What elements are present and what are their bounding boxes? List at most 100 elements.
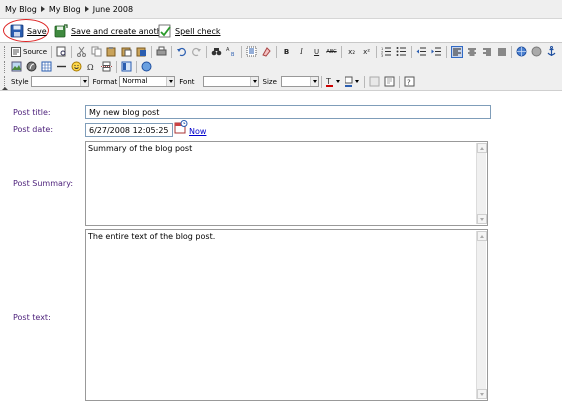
underline-button[interactable]: U	[311, 46, 323, 58]
spell-check-label: Spell check	[175, 26, 221, 36]
style-select[interactable]	[30, 76, 89, 87]
toolbar-row-1: Source AB B I U ABC x₂ x² 123	[2, 44, 559, 59]
breadcrumb-arrow-icon	[84, 6, 89, 12]
copy-icon[interactable]	[91, 46, 103, 58]
breadcrumb-item-my-blog[interactable]: My Blog	[5, 5, 37, 14]
bulleted-list-icon[interactable]	[396, 46, 408, 58]
breadcrumb-item-june-2008[interactable]: June 2008	[93, 5, 133, 14]
align-left-icon[interactable]	[450, 45, 463, 58]
smiley-icon[interactable]	[71, 61, 83, 73]
breadcrumb: My Blog My Blog June 2008	[0, 0, 562, 19]
breadcrumb-item-my-blog-2[interactable]: My Blog	[49, 5, 81, 14]
link-icon[interactable]	[516, 46, 528, 58]
page-break-icon[interactable]	[101, 61, 113, 73]
toolbar-separator	[71, 45, 73, 58]
svg-text:Ω: Ω	[87, 63, 94, 72]
scroll-down-icon[interactable]	[477, 389, 487, 399]
toolbar-row-2: Ω	[2, 59, 154, 74]
align-right-icon[interactable]	[481, 46, 493, 58]
post-text-textarea[interactable]: The entire text of the blog post.	[85, 229, 488, 401]
numbered-list-icon[interactable]: 123	[381, 46, 393, 58]
save-and-create-another-label: Save and create another	[71, 26, 170, 36]
post-summary-textarea[interactable]: Summary of the blog post	[85, 141, 488, 226]
toolbar-row-3: Style Format Normal Font Size T ?	[2, 74, 417, 89]
bold-button[interactable]: B	[281, 46, 293, 58]
italic-button[interactable]: I	[296, 46, 308, 58]
maximize-icon[interactable]	[368, 76, 380, 88]
source-button[interactable]: Source	[9, 46, 49, 57]
toolbar-separator	[171, 45, 173, 58]
cut-icon[interactable]	[76, 46, 88, 58]
text-color-icon[interactable]: T	[325, 76, 341, 88]
source-icon	[11, 46, 21, 57]
subscript-button[interactable]: x₂	[346, 46, 358, 58]
about-icon[interactable]	[141, 61, 153, 73]
toolbar-separator	[51, 45, 53, 58]
now-link[interactable]: Now	[189, 127, 206, 136]
collapse-toolbar-icon[interactable]	[2, 87, 8, 90]
spell-check-button[interactable]: Spell check	[158, 22, 221, 40]
toolbar-separator	[511, 45, 513, 58]
spell-check-icon	[158, 24, 171, 38]
paste-text-icon[interactable]	[121, 46, 133, 58]
indent-icon[interactable]	[431, 46, 443, 58]
save-and-new-icon	[54, 24, 68, 38]
format-select[interactable]: Normal	[119, 76, 176, 87]
background-color-icon[interactable]	[344, 76, 360, 88]
size-select[interactable]	[280, 76, 319, 87]
undo-icon[interactable]	[176, 46, 188, 58]
special-char-icon[interactable]: Ω	[86, 61, 98, 73]
scroll-up-icon[interactable]	[477, 231, 487, 241]
save-button[interactable]: Save	[10, 22, 47, 40]
find-icon[interactable]	[211, 46, 223, 58]
chevron-down-icon	[249, 77, 258, 86]
superscript-button[interactable]: x²	[361, 46, 373, 58]
post-date-label: Post date:	[13, 125, 54, 134]
help-icon[interactable]: ?	[403, 76, 415, 88]
show-blocks-icon[interactable]	[383, 76, 395, 88]
justify-icon[interactable]	[496, 46, 508, 58]
remove-format-icon[interactable]	[261, 46, 273, 58]
strikethrough-button[interactable]: ABC	[326, 46, 338, 58]
select-all-icon[interactable]	[246, 46, 258, 58]
post-date-input[interactable]: 6/27/2008 12:05:25	[85, 123, 173, 137]
toolbar-separator	[363, 75, 365, 88]
chevron-down-icon	[309, 77, 318, 86]
paste-word-icon[interactable]	[136, 46, 148, 58]
post-text-text: The entire text of the blog post.	[88, 232, 216, 241]
post-title-label: Post title:	[13, 108, 51, 117]
post-title-input[interactable]: My new blog post	[85, 105, 491, 119]
horizontal-rule-icon[interactable]	[56, 61, 68, 73]
table-icon[interactable]	[41, 61, 53, 73]
svg-text:3: 3	[381, 54, 383, 57]
scroll-up-icon[interactable]	[477, 143, 487, 153]
source-label: Source	[23, 47, 48, 56]
preview-icon[interactable]	[56, 46, 68, 58]
template-icon[interactable]	[121, 61, 133, 73]
svg-text:?: ?	[407, 79, 411, 87]
unlink-icon[interactable]	[531, 46, 543, 58]
print-icon[interactable]	[156, 46, 168, 58]
text-scrollbar[interactable]	[476, 231, 487, 399]
svg-text:T: T	[326, 77, 331, 86]
scroll-down-icon[interactable]	[477, 214, 487, 224]
flash-icon[interactable]	[26, 61, 38, 73]
toolbar-separator	[151, 45, 153, 58]
outdent-icon[interactable]	[416, 46, 428, 58]
toolbar-separator	[411, 45, 413, 58]
align-center-icon[interactable]	[466, 46, 478, 58]
summary-scrollbar[interactable]	[476, 143, 487, 224]
chevron-down-icon	[79, 77, 88, 86]
calendar-icon[interactable]	[174, 120, 188, 136]
toolbar-grip	[4, 60, 7, 73]
post-summary-text: Summary of the blog post	[88, 144, 193, 153]
toolbar-separator	[376, 45, 378, 58]
replace-icon[interactable]: AB	[226, 46, 238, 58]
redo-icon[interactable]	[191, 46, 203, 58]
image-icon[interactable]	[11, 61, 23, 73]
save-and-create-another-button[interactable]: Save and create another	[54, 22, 170, 40]
editor-toolbar: Source AB B I U ABC x₂ x² 123 Ω Style Fo…	[0, 43, 562, 91]
font-select[interactable]	[202, 76, 259, 87]
anchor-icon[interactable]	[546, 46, 558, 58]
paste-icon[interactable]	[106, 46, 118, 58]
